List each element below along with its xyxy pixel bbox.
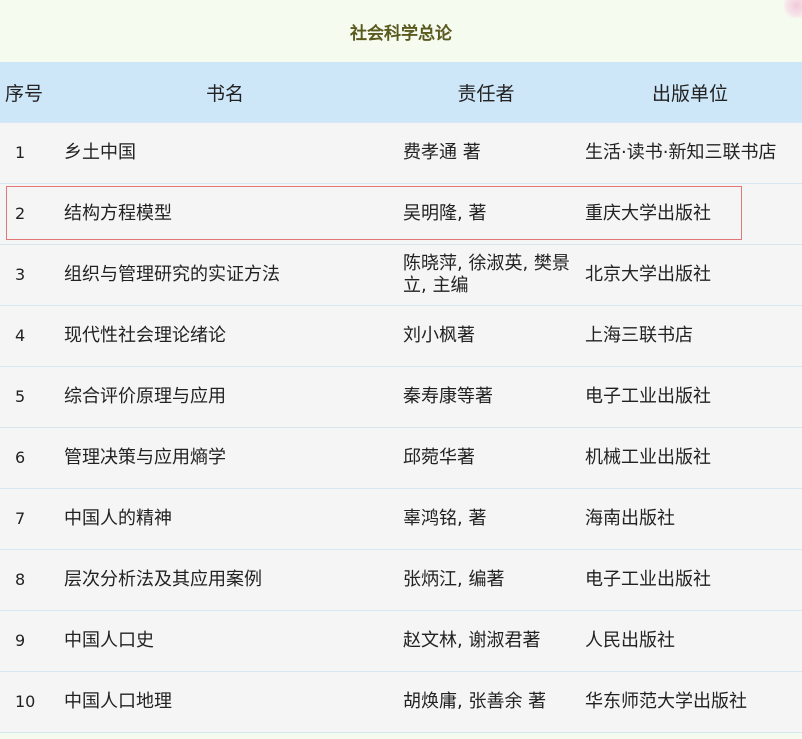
cell-no: 10: [0, 671, 55, 733]
cell-book-name: 组织与管理研究的实证方法: [55, 244, 395, 306]
cell-book-name: 中国人的精神: [55, 488, 395, 550]
cell-responsible: 陈晓萍, 徐淑英, 樊景立, 主编: [395, 244, 577, 306]
cell-publisher: 华东师范大学出版社: [577, 671, 802, 733]
cell-responsible: 辜鸿铭, 著: [395, 488, 577, 550]
cell-publisher: 电子工业出版社: [577, 549, 802, 611]
column-header-no: 序号: [0, 62, 55, 123]
cell-no: 9: [0, 610, 55, 672]
cell-book-name: 中国人口史: [55, 610, 395, 672]
cell-responsible: 赵文林, 谢淑君著: [395, 610, 577, 672]
cell-book-name: 结构方程模型: [55, 183, 395, 245]
cell-publisher: 生活·读书·新知三联书店: [577, 122, 802, 184]
cell-publisher: 北京大学出版社: [577, 244, 802, 306]
table-header-row: 序号 书名 责任者 出版单位: [0, 62, 802, 123]
cell-responsible: 张炳江, 编著: [395, 549, 577, 611]
cell-publisher: 机械工业出版社: [577, 427, 802, 489]
cell-no: 3: [0, 244, 55, 306]
table-row[interactable]: 4 现代性社会理论绪论 刘小枫著 上海三联书店: [0, 305, 802, 367]
book-table: 序号 书名 责任者 出版单位 1 乡土中国 费孝通 著 生活·读书·新知三联书店…: [0, 62, 802, 733]
cell-responsible: 胡焕庸, 张善余 著: [395, 671, 577, 733]
cell-publisher: 海南出版社: [577, 488, 802, 550]
cell-book-name: 现代性社会理论绪论: [55, 305, 395, 367]
column-header-responsible: 责任者: [395, 62, 577, 123]
cell-no: 5: [0, 366, 55, 428]
cell-responsible: 邱菀华著: [395, 427, 577, 489]
table-row[interactable]: 9 中国人口史 赵文林, 谢淑君著 人民出版社: [0, 610, 802, 672]
cell-book-name: 乡土中国: [55, 122, 395, 184]
cell-responsible: 吴明隆, 著: [395, 183, 577, 245]
column-header-publisher: 出版单位: [577, 62, 802, 123]
cell-publisher: 上海三联书店: [577, 305, 802, 367]
cell-no: 8: [0, 549, 55, 611]
cell-no: 7: [0, 488, 55, 550]
cell-publisher: 人民出版社: [577, 610, 802, 672]
cell-no: 6: [0, 427, 55, 489]
table-row[interactable]: 2 结构方程模型 吴明隆, 著 重庆大学出版社: [0, 183, 802, 245]
table-row[interactable]: 1 乡土中国 费孝通 著 生活·读书·新知三联书店: [0, 122, 802, 184]
table-row[interactable]: 8 层次分析法及其应用案例 张炳江, 编著 电子工业出版社: [0, 549, 802, 611]
column-header-name: 书名: [55, 62, 395, 123]
table-row[interactable]: 5 综合评价原理与应用 秦寿康等著 电子工业出版社: [0, 366, 802, 428]
cell-responsible: 秦寿康等著: [395, 366, 577, 428]
cell-book-name: 层次分析法及其应用案例: [55, 549, 395, 611]
cell-no: 4: [0, 305, 55, 367]
cell-publisher: 重庆大学出版社: [577, 183, 802, 245]
cell-book-name: 中国人口地理: [55, 671, 395, 733]
cell-no: 1: [0, 122, 55, 184]
cell-book-name: 管理决策与应用熵学: [55, 427, 395, 489]
corner-decoration: [784, 0, 802, 18]
table-row[interactable]: 6 管理决策与应用熵学 邱菀华著 机械工业出版社: [0, 427, 802, 489]
table-row[interactable]: 10 中国人口地理 胡焕庸, 张善余 著 华东师范大学出版社: [0, 671, 802, 733]
cell-no: 2: [0, 183, 55, 245]
page-title: 社会科学总论: [350, 23, 452, 44]
cell-responsible: 刘小枫著: [395, 305, 577, 367]
table-row[interactable]: 3 组织与管理研究的实证方法 陈晓萍, 徐淑英, 樊景立, 主编 北京大学出版社: [0, 244, 802, 306]
cell-book-name: 综合评价原理与应用: [55, 366, 395, 428]
cell-publisher: 电子工业出版社: [577, 366, 802, 428]
table-row[interactable]: 7 中国人的精神 辜鸿铭, 著 海南出版社: [0, 488, 802, 550]
cell-responsible: 费孝通 著: [395, 122, 577, 184]
